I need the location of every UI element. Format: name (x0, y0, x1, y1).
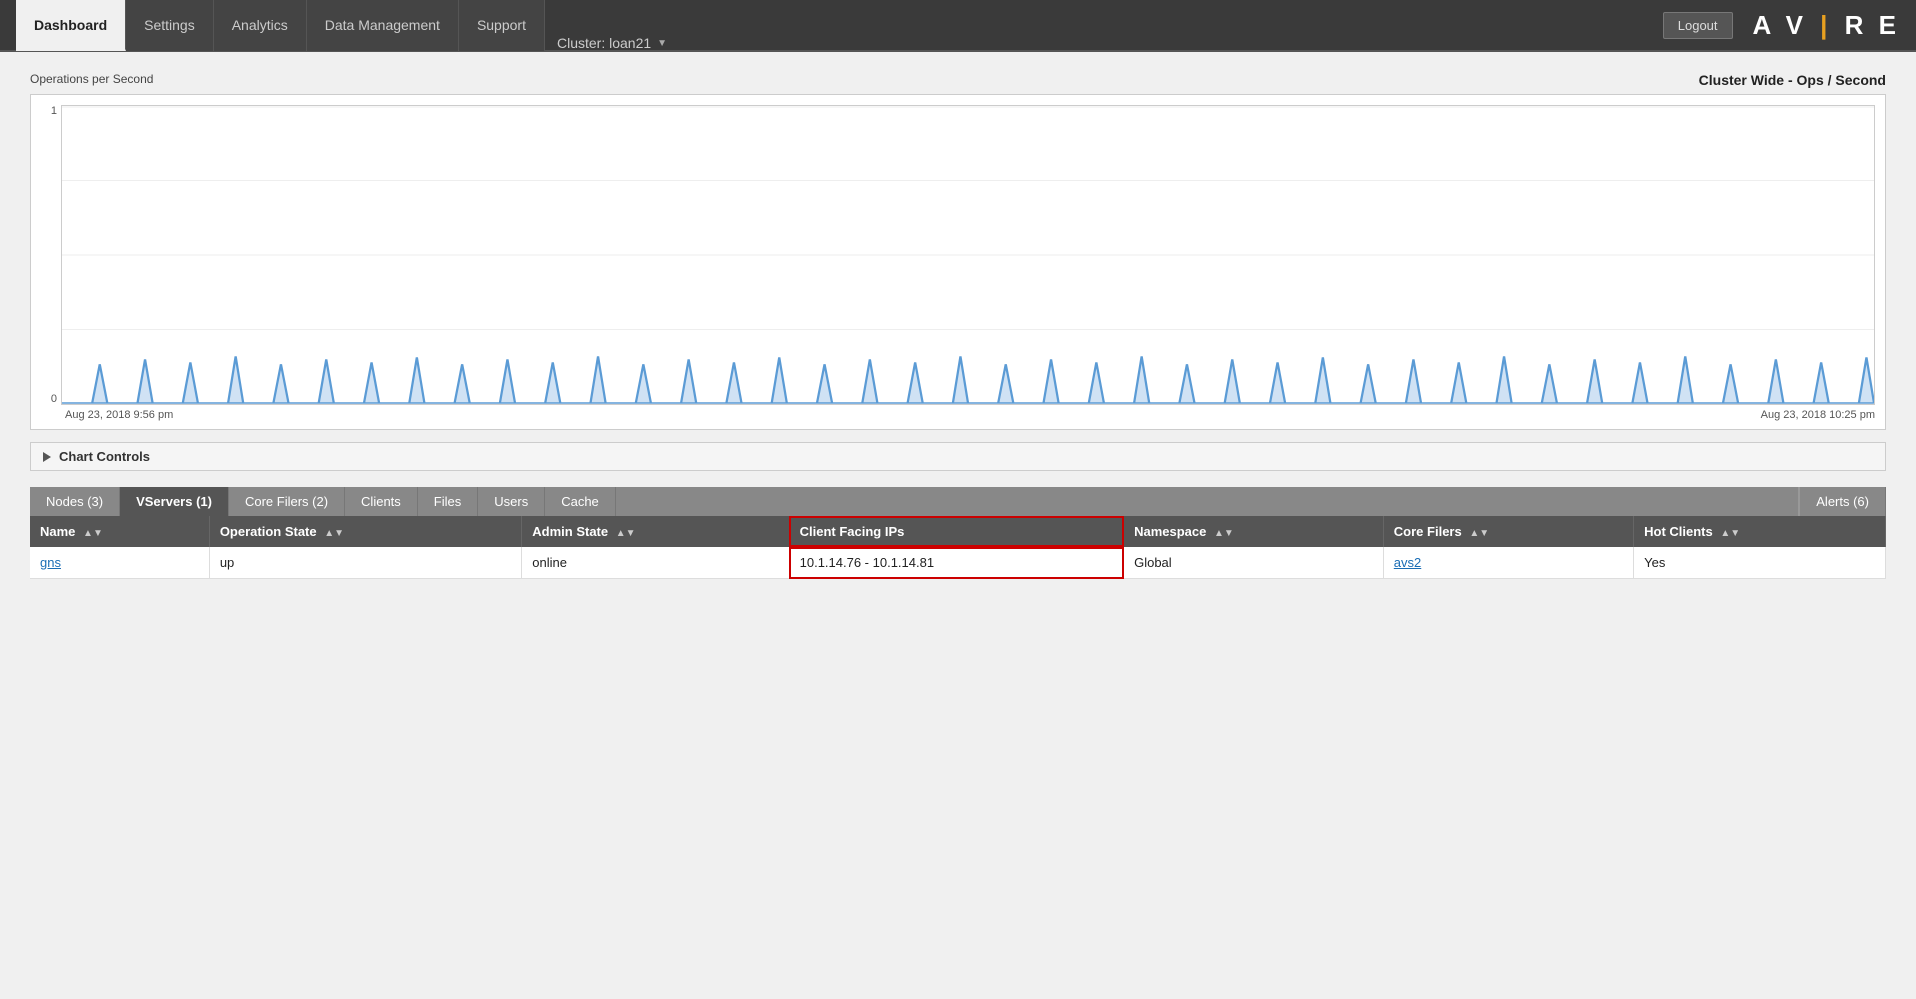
chart-svg (62, 106, 1874, 404)
tab-data-management[interactable]: Data Management (307, 0, 459, 51)
y-axis: 1 0 (41, 105, 61, 405)
sort-arrows-name: ▲▼ (83, 528, 103, 539)
sort-arrows-op-state: ▲▼ (324, 528, 344, 539)
y-min: 0 (51, 393, 57, 405)
tab-settings[interactable]: Settings (126, 0, 214, 51)
name-link[interactable]: gns (40, 555, 61, 570)
cell-admin-state: online (522, 547, 789, 579)
tab-vservers[interactable]: VServers (1) (120, 487, 229, 516)
core-filers-link[interactable]: avs2 (1394, 555, 1421, 570)
col-admin-state[interactable]: Admin State ▲▼ (522, 516, 789, 547)
cell-client-facing-ips: 10.1.14.76 - 10.1.14.81 (789, 547, 1123, 579)
table-header-row: Name ▲▼ Operation State ▲▼ Admin State ▲… (30, 516, 1886, 547)
sort-arrows-hot-clients: ▲▼ (1720, 528, 1740, 539)
cluster-selector[interactable]: Cluster: loan21 ▼ (545, 35, 679, 51)
nav-tabs: Dashboard Settings Analytics Data Manage… (16, 0, 679, 51)
cell-hot-clients: Yes (1634, 547, 1886, 579)
header: Dashboard Settings Analytics Data Manage… (0, 0, 1916, 52)
col-operation-state[interactable]: Operation State ▲▼ (209, 516, 521, 547)
chart-controls-arrow-icon (43, 452, 51, 462)
main-content: Operations per Second Cluster Wide - Ops… (0, 52, 1916, 599)
header-right: Logout A V | R E (1663, 10, 1900, 41)
col-core-filers[interactable]: Core Filers ▲▼ (1383, 516, 1633, 547)
cluster-dropdown-arrow: ▼ (657, 38, 667, 49)
table-row: gns up online 10.1.14.76 - 10.1.14.81 Gl… (30, 547, 1886, 579)
tab-alerts[interactable]: Alerts (6) (1800, 487, 1886, 516)
tab-nodes[interactable]: Nodes (3) (30, 487, 120, 516)
cell-name: gns (30, 547, 209, 579)
chart-section: 1 0 Aug 23, 2018 9:56 pm Aug 23, (30, 94, 1886, 430)
col-namespace[interactable]: Namespace ▲▼ (1124, 516, 1384, 547)
tab-group-right: Alerts (6) (1798, 487, 1886, 516)
tab-core-filers[interactable]: Core Filers (2) (229, 487, 345, 516)
tab-cache[interactable]: Cache (545, 487, 616, 516)
cell-core-filers: avs2 (1383, 547, 1633, 579)
ops-label: Operations per Second (30, 72, 153, 86)
cell-namespace: Global (1124, 547, 1384, 579)
col-client-facing-ips[interactable]: Client Facing IPs (789, 516, 1123, 547)
x-end-label: Aug 23, 2018 10:25 pm (1761, 409, 1875, 421)
cell-operation-state: up (209, 547, 521, 579)
x-axis-labels: Aug 23, 2018 9:56 pm Aug 23, 2018 10:25 … (41, 409, 1875, 421)
table-tab-bar: Nodes (3) VServers (1) Core Filers (2) C… (30, 487, 1886, 516)
data-table: Name ▲▼ Operation State ▲▼ Admin State ▲… (30, 516, 1886, 579)
cluster-label: Cluster: loan21 (557, 35, 651, 51)
tab-support[interactable]: Support (459, 0, 545, 51)
logout-button[interactable]: Logout (1663, 12, 1733, 39)
tab-clients[interactable]: Clients (345, 487, 418, 516)
tab-spacer (616, 487, 1798, 516)
chart-canvas (61, 105, 1875, 405)
tab-dashboard[interactable]: Dashboard (16, 0, 126, 51)
tab-files[interactable]: Files (418, 487, 478, 516)
table-section: Name ▲▼ Operation State ▲▼ Admin State ▲… (30, 516, 1886, 579)
chart-controls-bar[interactable]: Chart Controls (30, 442, 1886, 471)
tab-users[interactable]: Users (478, 487, 545, 516)
col-hot-clients[interactable]: Hot Clients ▲▼ (1634, 516, 1886, 547)
sort-arrows-admin-state: ▲▼ (616, 528, 636, 539)
tab-analytics[interactable]: Analytics (214, 0, 307, 51)
sort-arrows-namespace: ▲▼ (1214, 528, 1234, 539)
chart-controls-label: Chart Controls (59, 449, 150, 464)
sort-arrows-core-filers: ▲▼ (1469, 528, 1489, 539)
cluster-wide-label: Cluster Wide - Ops / Second (1699, 72, 1886, 88)
x-start-label: Aug 23, 2018 9:56 pm (65, 409, 173, 421)
col-name[interactable]: Name ▲▼ (30, 516, 209, 547)
y-max: 1 (51, 105, 57, 117)
avere-logo: A V | R E (1753, 10, 1900, 41)
